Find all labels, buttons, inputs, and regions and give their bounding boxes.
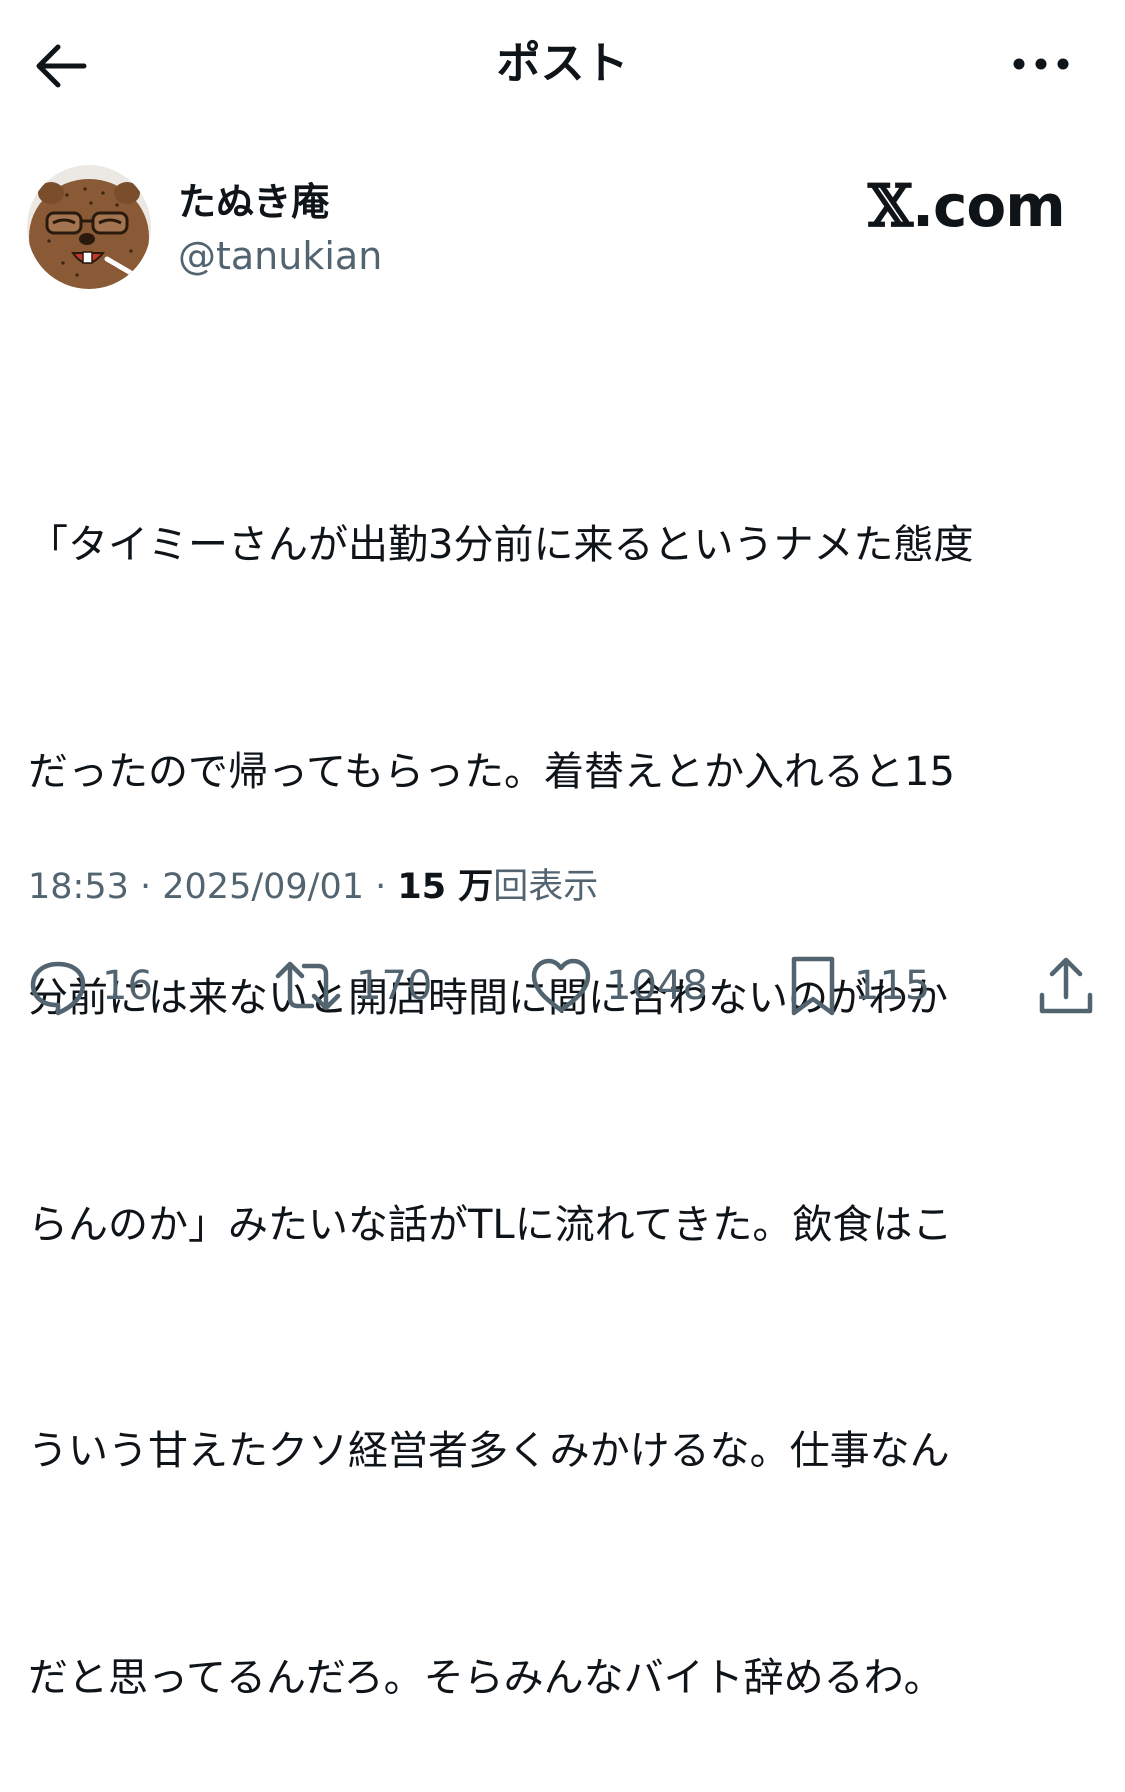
view-label: 回表示 [493, 867, 599, 907]
post-text-line: 「タイミーさんが出勤3分前に来るというナメた態度 [28, 522, 974, 568]
post-time[interactable]: 18:53 [28, 867, 129, 907]
reply-button[interactable]: 16 [28, 955, 153, 1017]
bookmark-icon [791, 956, 835, 1016]
bookmark-count: 115 [854, 963, 931, 1009]
repost-icon [275, 961, 341, 1011]
avatar[interactable] [27, 165, 151, 289]
tanuki-avatar-icon [27, 165, 151, 289]
post-text-line: だと思ってるんだろ。そらみんなバイト辞めるわ。 [28, 1654, 944, 1701]
page-title: ポスト [496, 38, 629, 89]
x-com-watermark: 𝕏.com [868, 173, 1068, 239]
post-text: 「タイミーさんが出勤3分前に来るというナメた態度 だったので帰ってもらった。着替… [28, 357, 1103, 1792]
post-date[interactable]: 2025/09/01 [162, 867, 364, 907]
bookmark-button[interactable]: 115 [786, 955, 930, 1017]
more-horizontal-icon [1013, 58, 1069, 70]
share-icon [1039, 957, 1093, 1014]
repost-button[interactable]: 170 [274, 955, 432, 1017]
repost-count: 170 [356, 963, 433, 1009]
display-name[interactable]: たぬき庵 [178, 178, 329, 226]
watermark-text: .com [912, 172, 1066, 240]
reply-icon [30, 961, 86, 1016]
reply-count: 16 [102, 963, 153, 1009]
heart-icon [531, 958, 591, 1013]
like-count: 1048 [606, 963, 708, 1009]
post-meta: 18:53 · 2025/09/01 · 15 万回表示 [28, 864, 598, 910]
share-button[interactable] [1036, 955, 1096, 1017]
post-text-line: らんのか」みたいな話がTLに流れてきた。飲食はこ [28, 1201, 953, 1248]
handle[interactable]: @tanukian [178, 232, 382, 280]
like-button[interactable]: 1048 [530, 955, 708, 1017]
more-button[interactable] [1005, 40, 1077, 88]
x-logo: 𝕏 [868, 172, 913, 240]
post-text-line: だったので帰ってもらった。着替えとか入れると15 [28, 748, 955, 795]
view-count: 15 万 [397, 867, 494, 907]
separator: · [128, 867, 163, 907]
post-text-line: ういう甘えたクソ経営者多くみかけるな。仕事なん [28, 1428, 950, 1474]
separator: · [364, 867, 398, 907]
